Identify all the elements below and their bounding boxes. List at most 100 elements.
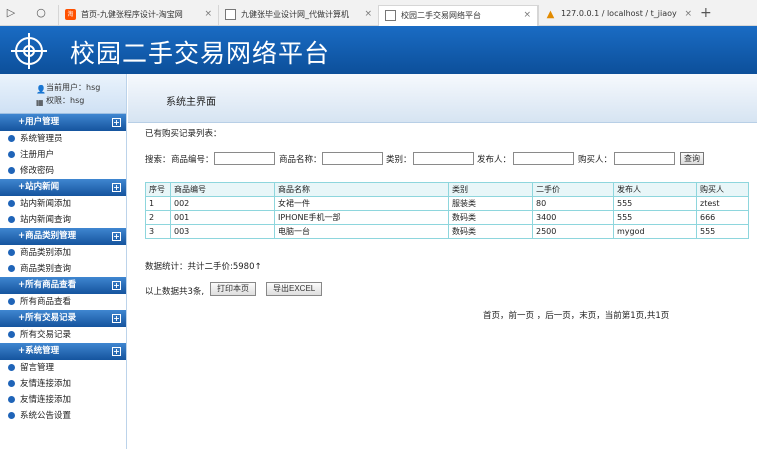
sidebar-menu-item[interactable]: 友情连接添加 xyxy=(0,376,126,392)
table-header-row: 序号 商品编号 商品名称 类别 二手价 发布人 购买人 xyxy=(145,182,749,197)
table-cell: 003 xyxy=(170,224,275,239)
table-cell: 001 xyxy=(170,210,275,225)
table-row: 1 002 女裙一件 服装类 80 555 ztest xyxy=(145,196,749,211)
sidebar-menu-item[interactable]: 系统公告设置 xyxy=(0,408,126,424)
sidebar-group-header[interactable]: +用户管理 + xyxy=(0,114,126,131)
expand-icon[interactable]: + xyxy=(112,314,121,323)
sidebar-menu-item[interactable]: 系统管理员 xyxy=(0,131,126,147)
table-cell: 80 xyxy=(532,196,614,211)
sidebar-menu-item[interactable]: 友情连接添加 xyxy=(0,392,126,408)
sidebar-group-header[interactable]: +系统管理 + xyxy=(0,343,126,360)
publisher-input[interactable] xyxy=(513,152,574,165)
sidebar-menu-item-label: 站内新闻添加 xyxy=(20,199,72,209)
bullet-icon xyxy=(8,249,15,256)
column-header: 类别 xyxy=(448,182,533,197)
sidebar-menu-item[interactable]: 注册用户 xyxy=(0,147,126,163)
table-body: 1 002 女裙一件 服装类 80 555 ztest 2 001 IPHONE手机一部 数码类 34… xyxy=(145,196,749,239)
expand-icon[interactable]: + xyxy=(112,118,121,127)
bullet-icon xyxy=(8,216,15,223)
sidebar-menu-item[interactable]: 站内新闻添加 xyxy=(0,196,126,212)
bullet-icon xyxy=(8,364,15,371)
table-cell: 数码类 xyxy=(448,210,533,225)
column-header: 购买人 xyxy=(696,182,749,197)
sidebar-menu-item-label: 站内新闻查询 xyxy=(20,215,72,225)
sidebar-menu-item[interactable]: 站内新闻查询 xyxy=(0,212,126,228)
sidebar-group-title: +用户管理 xyxy=(18,117,60,127)
table-row: 2 001 IPHONE手机一部 数码类 3400 555 666 xyxy=(145,210,749,225)
sidebar-menu-item-label: 友情连接添加 xyxy=(20,395,72,405)
reload-icon[interactable]: ○ xyxy=(34,6,48,20)
table-cell: 电脑一台 xyxy=(274,224,449,239)
table-row: 3 003 电脑一台 数码类 2500 mygod 555 xyxy=(145,224,749,239)
pagination[interactable]: 首页，前一页 ，后一页，末页，当前第1页,共1页 xyxy=(483,309,669,321)
bullet-icon xyxy=(8,151,15,158)
sidebar-menu-item-label: 修改密码 xyxy=(20,166,55,176)
browser-tab-active[interactable]: 校园二手交易网络平台 × xyxy=(378,5,538,26)
buyer-input[interactable] xyxy=(614,152,675,165)
expand-icon[interactable]: + xyxy=(112,347,121,356)
expand-icon[interactable]: + xyxy=(112,232,121,241)
sidebar-menu-item-label: 留言管理 xyxy=(20,363,55,373)
publisher-label: 发布人： xyxy=(477,155,512,165)
browser-tab-design-site[interactable]: 九健张毕业设计网_代做计算机 × xyxy=(218,5,378,26)
sidebar-menu-item-label: 友情连接添加 xyxy=(20,379,72,389)
sidebar: 👤当前用户：hsg ▦ 权限：hsg +用户管理 + 系统管理员 注册用户 修改密码 +站内… xyxy=(0,74,127,449)
column-header: 商品编号 xyxy=(170,182,275,197)
product-name-input[interactable] xyxy=(322,152,383,165)
user-info: 👤当前用户：hsg ▦ 权限：hsg xyxy=(0,74,126,114)
sidebar-menu-item[interactable]: 留言管理 xyxy=(0,360,126,376)
sidebar-menu-item[interactable]: 修改密码 xyxy=(0,163,126,179)
sidebar-group-title: +系统管理 xyxy=(18,346,60,356)
expand-icon[interactable]: + xyxy=(112,281,121,290)
sidebar-menu-item-label: 商品类别添加 xyxy=(20,248,72,258)
close-tab-icon[interactable]: × xyxy=(523,10,531,20)
sidebar-group-header[interactable]: +所有商品查看 + xyxy=(0,277,126,294)
product-name-label: 商品名称： xyxy=(279,155,322,165)
sidebar-menu-item[interactable]: 所有交易记录 xyxy=(0,327,126,343)
sidebar-group-header[interactable]: +商品类别管理 + xyxy=(0,228,126,245)
sidebar-toggle-icon[interactable]: ▷ xyxy=(4,6,18,20)
column-header: 序号 xyxy=(145,182,171,197)
column-header: 发布人 xyxy=(613,182,697,197)
product-no-input[interactable] xyxy=(214,152,275,165)
search-button[interactable]: 查询 xyxy=(680,152,704,165)
close-tab-icon[interactable]: × xyxy=(684,9,692,19)
bullet-icon xyxy=(8,380,15,387)
category-input[interactable] xyxy=(413,152,474,165)
print-button[interactable]: 打印本页 xyxy=(210,282,256,296)
expand-icon[interactable]: + xyxy=(112,183,121,192)
sidebar-menu-item[interactable]: 商品类别添加 xyxy=(0,245,126,261)
purchase-records-table: 序号 商品编号 商品名称 类别 二手价 发布人 购买人 1 002 女裙一件 服装类 80 555 zt… xyxy=(145,182,749,239)
export-excel-button[interactable]: 导出EXCEL xyxy=(266,282,323,296)
data-stats: 数据统计：共计二手价:5980↑ xyxy=(145,262,262,272)
table-cell: mygod xyxy=(613,224,697,239)
taobao-icon: 淘 xyxy=(65,9,76,20)
site-header: 校园二手交易网络平台 xyxy=(0,26,757,74)
sidebar-group-header[interactable]: +站内新闻 + xyxy=(0,179,126,196)
site-title: 校园二手交易网络平台 xyxy=(70,39,331,68)
sidebar-menu-item-label: 所有交易记录 xyxy=(20,330,72,340)
browser-tab-phpmyadmin[interactable]: ▲ 127.0.0.1 / localhost / t_jiaoy × xyxy=(538,5,698,26)
page-title: 系统主界面 xyxy=(166,97,216,108)
sidebar-menu-item-label: 系统公告设置 xyxy=(20,411,72,421)
sidebar-group-header[interactable]: +所有交易记录 + xyxy=(0,310,126,327)
sidebar-menu-item[interactable]: 所有商品查看 xyxy=(0,294,126,310)
table-cell: ztest xyxy=(696,196,749,211)
user-icon: 👤 xyxy=(36,85,46,94)
bullet-icon xyxy=(8,396,15,403)
new-tab-button[interactable]: + xyxy=(700,6,712,20)
bullet-icon xyxy=(8,167,15,174)
sidebar-menu-item-label: 系统管理员 xyxy=(20,134,63,144)
sidebar-menu-item-label: 所有商品查看 xyxy=(20,297,72,307)
close-tab-icon[interactable]: × xyxy=(204,9,212,19)
column-header: 商品名称 xyxy=(274,182,449,197)
table-cell: 555 xyxy=(613,210,697,225)
page-icon xyxy=(385,10,396,21)
sidebar-menu-item[interactable]: 商品类别查询 xyxy=(0,261,126,277)
browser-tab-taobao[interactable]: 淘 首页-九健张程序设计-淘宝网 × xyxy=(58,5,218,26)
table-cell: 数码类 xyxy=(448,224,533,239)
close-tab-icon[interactable]: × xyxy=(364,9,372,19)
logo-icon xyxy=(11,33,47,69)
category-label: 类别： xyxy=(386,155,412,165)
table-cell: 666 xyxy=(696,210,749,225)
